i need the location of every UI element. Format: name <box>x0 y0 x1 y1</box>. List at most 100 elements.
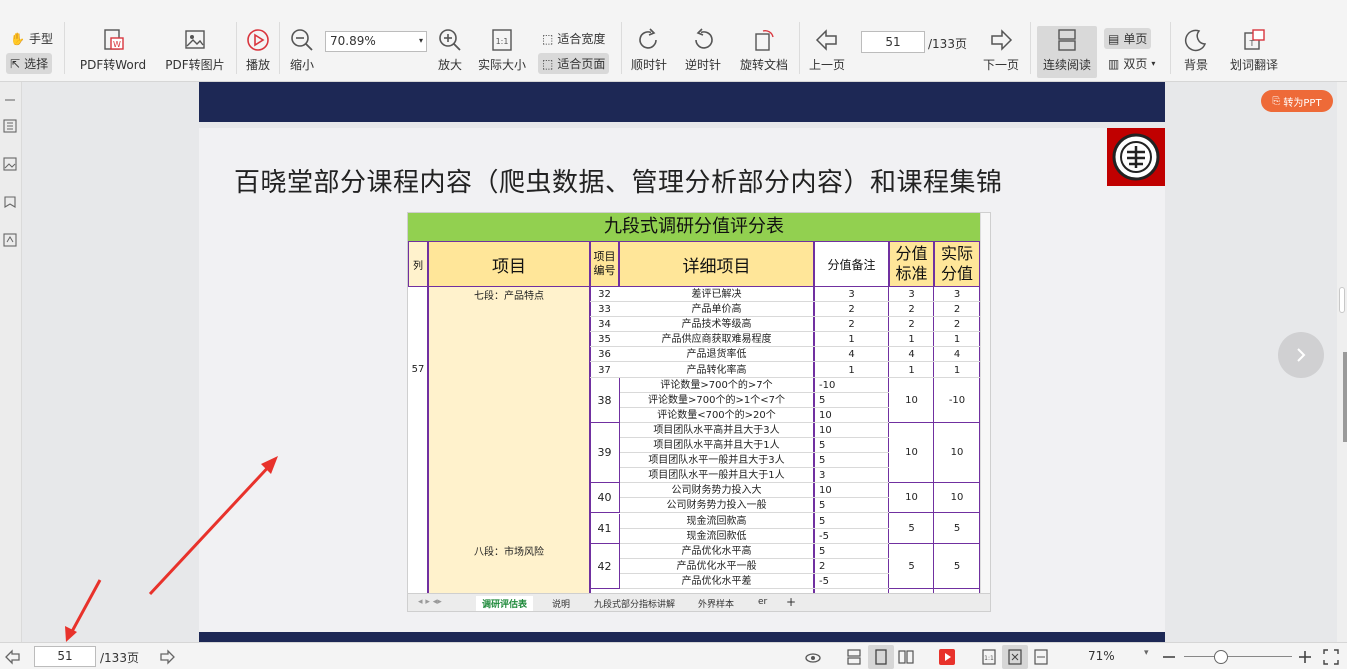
actual-score-cell: -10 <box>934 378 980 423</box>
page-number-input[interactable]: 51 <box>861 31 925 53</box>
bookmark-icon[interactable] <box>2 194 18 210</box>
score-std-cell: 2 <box>889 317 934 333</box>
next-page-float-button[interactable] <box>1278 332 1324 378</box>
next-page-button[interactable]: 下一页 <box>980 27 1022 73</box>
sheet-tab[interactable]: 九段式部分指标讲解 <box>588 596 681 611</box>
vertical-scrollbar[interactable] <box>1337 82 1347 642</box>
eye-icon[interactable] <box>804 648 822 666</box>
play-icon[interactable] <box>938 648 956 666</box>
previous-page-bottom <box>199 82 1165 122</box>
fit-page-icon[interactable] <box>1006 648 1024 666</box>
play-button[interactable]: 播放 <box>243 27 273 73</box>
rotate-ccw-label: 逆时针 <box>684 58 721 72</box>
prev-page-icon[interactable] <box>4 648 22 666</box>
zoom-slider-thumb[interactable] <box>1214 650 1228 664</box>
zoom-slider-track[interactable] <box>1184 656 1292 657</box>
actual-size-label: 实际大小 <box>477 58 526 72</box>
item-number-cell: 41 <box>590 514 619 544</box>
convert-to-ppt-label: 转为PPT <box>1283 97 1322 109</box>
hand-icon: ✋ <box>10 31 25 46</box>
word-translate-button[interactable]: T 划词翻译 <box>1226 27 1282 73</box>
item-number-cell: 33 <box>590 302 619 318</box>
double-view-icon[interactable] <box>897 648 915 666</box>
background-button[interactable]: 背景 <box>1176 27 1216 73</box>
detail-cell: 现金流回款高 <box>619 514 814 529</box>
fit-width-button[interactable]: ⬚ 适合宽度 <box>538 28 609 49</box>
section-8-label: 八段：市场风险 <box>474 547 544 558</box>
fit-page-icon: ⬚ <box>542 56 554 71</box>
sheet-tab[interactable]: 调研评估表 <box>476 596 534 611</box>
select-label: 选择 <box>24 57 49 71</box>
pdf-to-word-button[interactable]: W PDF转Word <box>76 27 150 73</box>
single-page-icon: ▤ <box>1108 31 1120 46</box>
convert-to-ppt-button[interactable]: ⎘ 转为PPT <box>1261 90 1333 112</box>
actual-score-cell: 5 <box>934 544 980 589</box>
add-sheet-icon[interactable]: + <box>780 594 802 610</box>
next-page-top <box>199 632 1165 642</box>
translate-icon: T <box>1241 27 1267 53</box>
status-page-input[interactable]: 51 <box>34 646 96 667</box>
zoom-out-icon[interactable] <box>1160 648 1178 666</box>
annotation-icon[interactable] <box>2 232 18 248</box>
outline-icon[interactable] <box>2 118 18 134</box>
document-viewport[interactable]: 百晓堂部分课程内容（爬虫数据、管理分析部分内容）和课程集锦 九段式调研分值评分表… <box>22 82 1337 642</box>
fit-width-icon: ⬚ <box>542 31 554 46</box>
hand-label: 手型 <box>28 32 53 46</box>
zoom-value: 70.89% <box>330 34 376 48</box>
next-page-icon[interactable] <box>158 648 176 666</box>
score-note-cell: 5 <box>814 438 889 454</box>
score-std-cell: 4 <box>889 347 934 363</box>
chevron-down-icon: ▾ <box>1151 59 1156 68</box>
fullscreen-icon[interactable] <box>1322 648 1340 666</box>
header-item: 项目 <box>428 241 590 287</box>
sheet-tab[interactable]: 外界样本 <box>692 596 740 611</box>
main-toolbar: ✋ 手型 ⇱ 选择 W PDF转Word PDF转图片 播放 缩小 70.89% ▾… <box>0 0 1347 82</box>
actual-size-icon[interactable]: 1:1 <box>980 648 998 666</box>
rotate-cw-label: 顺时针 <box>630 58 667 72</box>
zoom-out-button[interactable]: 缩小 <box>286 27 318 73</box>
sheet-tab[interactable]: 说明 <box>546 596 576 611</box>
rotate-clockwise-button[interactable]: 顺时针 <box>628 27 670 73</box>
collapse-icon[interactable] <box>2 92 18 108</box>
score-note-cell: 5 <box>814 514 889 529</box>
pdf-to-image-button[interactable]: PDF转图片 <box>160 27 230 73</box>
arrow-left-icon <box>814 27 840 53</box>
rotate-document-button[interactable]: 旋转文档 <box>736 27 792 73</box>
zoom-in-button[interactable]: 放大 <box>434 27 466 73</box>
continuous-reading-button[interactable]: 连续阅读 <box>1037 26 1097 78</box>
zoom-in-icon[interactable] <box>1296 648 1314 666</box>
prev-page-button[interactable]: 上一页 <box>806 27 848 73</box>
score-note-cell: 5 <box>814 393 889 408</box>
actual-size-button[interactable]: 1:1 实际大小 <box>474 27 530 73</box>
score-std-cell: 2 <box>889 302 934 318</box>
fit-page-button[interactable]: ⬚ 适合页面 <box>538 53 610 74</box>
score-std-cell: 10 <box>889 483 934 514</box>
fit-width-icon[interactable] <box>1032 648 1050 666</box>
select-tool-button[interactable]: ⇱ 选择 <box>6 53 53 74</box>
sheet-tab[interactable]: er <box>752 596 773 608</box>
single-page-button[interactable]: ▤ 单页 <box>1104 28 1152 49</box>
chevron-right-icon <box>1297 348 1306 362</box>
score-std-cell: 1 <box>889 363 934 378</box>
zoom-out-icon <box>289 27 315 53</box>
actual-score-cell: 10 <box>934 423 980 484</box>
zoom-select[interactable]: 70.89% ▾ <box>325 31 427 52</box>
single-view-icon[interactable] <box>872 648 890 666</box>
double-page-button[interactable]: ▥ 双页 ▾ <box>1104 53 1159 74</box>
scrollbar-thumb[interactable] <box>1339 287 1345 313</box>
actual-size-icon: 1:1 <box>489 27 515 53</box>
actual-score-cell: 5 <box>934 514 980 544</box>
continuous-view-icon[interactable] <box>845 648 863 666</box>
detail-cell: 差评已解决 <box>619 287 814 303</box>
thumbnail-icon[interactable] <box>2 156 18 172</box>
chevron-down-icon[interactable]: ▾ <box>1144 648 1149 658</box>
detail-cell: 项目团队水平高并且大于3人 <box>619 423 814 438</box>
rotate-counterclockwise-button[interactable]: 逆时针 <box>682 27 724 73</box>
tab-nav-icon[interactable]: ◂ ▸ ◂▸ <box>412 596 448 608</box>
hand-tool-button[interactable]: ✋ 手型 <box>6 28 57 49</box>
status-page-value: 51 <box>57 649 73 663</box>
header-col: 列 <box>408 241 428 287</box>
pdf-to-image-icon <box>182 27 208 53</box>
single-page-label: 单页 <box>1123 32 1148 46</box>
detail-cell: 产品退货率低 <box>619 347 814 363</box>
